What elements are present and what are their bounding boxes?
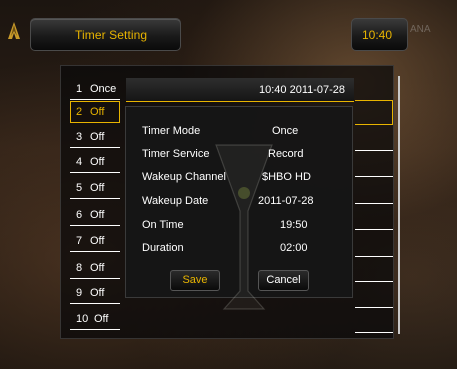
field-value[interactable]: 2011-07-28 bbox=[258, 195, 313, 207]
row-separator bbox=[355, 281, 393, 282]
field-value[interactable]: Once bbox=[272, 125, 298, 137]
row-separator bbox=[355, 307, 393, 308]
clock: 10:40 bbox=[362, 28, 393, 42]
timer-status: Off bbox=[90, 156, 105, 168]
field-label: On Time bbox=[142, 219, 184, 231]
field-label: Wakeup Channel bbox=[142, 171, 226, 183]
timer-number: 10 bbox=[76, 313, 89, 325]
timer-list-item[interactable]: 3 Off bbox=[70, 126, 120, 148]
timer-status: Off bbox=[94, 313, 109, 325]
timer-number: 5 bbox=[76, 182, 83, 194]
timer-list-item[interactable]: 6 Off bbox=[70, 204, 120, 226]
row-separator bbox=[355, 332, 393, 333]
timer-list-item[interactable]: 4 Off bbox=[70, 151, 120, 173]
timer-status: Off bbox=[90, 209, 105, 221]
tv-screen: Timer Setting 10:40 ANA 1 Once 2 Off 3 Off 4 Of… bbox=[0, 0, 457, 369]
timer-status: Off bbox=[90, 106, 105, 118]
timer-list-item[interactable]: 7 Off bbox=[70, 230, 120, 252]
field-value[interactable]: $HBO HD bbox=[262, 171, 311, 183]
timer-status: Off bbox=[90, 131, 105, 143]
timer-list-item[interactable]: 10 Off bbox=[70, 308, 120, 330]
timer-status: Off bbox=[90, 287, 105, 299]
row-separator bbox=[355, 256, 393, 257]
page-title: Timer Setting bbox=[75, 28, 148, 42]
timer-number: 9 bbox=[76, 287, 83, 299]
timer-list-item[interactable]: 8 Off bbox=[70, 257, 120, 279]
selected-row-highlight bbox=[355, 100, 393, 125]
timer-number: 1 bbox=[76, 83, 83, 95]
row-separator bbox=[355, 176, 393, 177]
timer-list-item[interactable]: 1 Once bbox=[70, 78, 120, 100]
timer-number: 8 bbox=[76, 262, 83, 274]
title-bar: Timer Setting bbox=[30, 18, 181, 51]
timer-list-item[interactable]: 2 Off bbox=[70, 101, 120, 123]
timer-edit-dialog: Save Cancel Timer Mode Once Timer Service R… bbox=[125, 106, 353, 310]
save-button[interactable]: Save bbox=[170, 270, 220, 291]
field-label: Wakeup Date bbox=[142, 195, 209, 207]
antenna-logo-icon bbox=[8, 22, 20, 39]
timer-status: Off bbox=[90, 182, 105, 194]
date-header: 10:40 2011-07-28 bbox=[126, 78, 354, 102]
timer-status: Once bbox=[90, 83, 117, 95]
timer-list-item[interactable]: 9 Off bbox=[70, 282, 120, 304]
current-datetime: 10:40 2011-07-28 bbox=[259, 84, 346, 96]
timer-status: Off bbox=[90, 235, 105, 247]
field-value[interactable]: 02:00 bbox=[280, 242, 308, 254]
field-label: Duration bbox=[142, 242, 184, 254]
cancel-button[interactable]: Cancel bbox=[258, 270, 309, 291]
timer-number: 7 bbox=[76, 235, 83, 247]
field-label: Timer Service bbox=[142, 148, 210, 160]
row-separator bbox=[355, 203, 393, 204]
timer-number: 6 bbox=[76, 209, 83, 221]
field-label: Timer Mode bbox=[142, 125, 201, 137]
timer-status: Off bbox=[90, 262, 105, 274]
timer-list-item[interactable]: 5 Off bbox=[70, 177, 120, 199]
timer-number: 2 bbox=[76, 106, 83, 118]
field-value[interactable]: Record bbox=[268, 148, 303, 160]
scrollbar[interactable] bbox=[398, 76, 400, 334]
field-value[interactable]: 19:50 bbox=[280, 219, 308, 231]
timer-number: 3 bbox=[76, 131, 83, 143]
row-separator bbox=[355, 150, 393, 151]
channel-watermark: ANA bbox=[410, 24, 431, 35]
row-separator bbox=[355, 229, 393, 230]
timer-number: 4 bbox=[76, 156, 83, 168]
clock-box: 10:40 bbox=[351, 18, 408, 51]
